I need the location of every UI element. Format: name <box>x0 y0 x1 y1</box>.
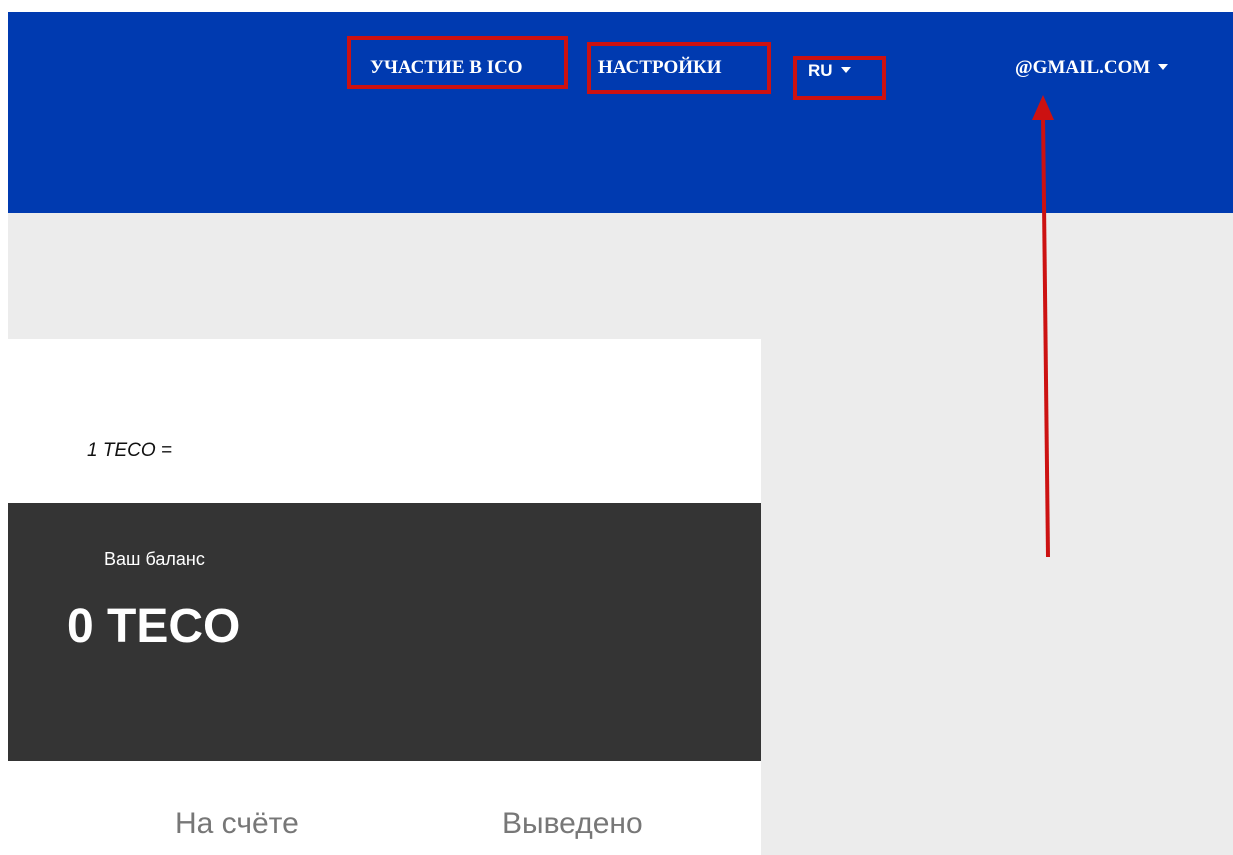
annotation-arrow-icon <box>1032 95 1054 558</box>
